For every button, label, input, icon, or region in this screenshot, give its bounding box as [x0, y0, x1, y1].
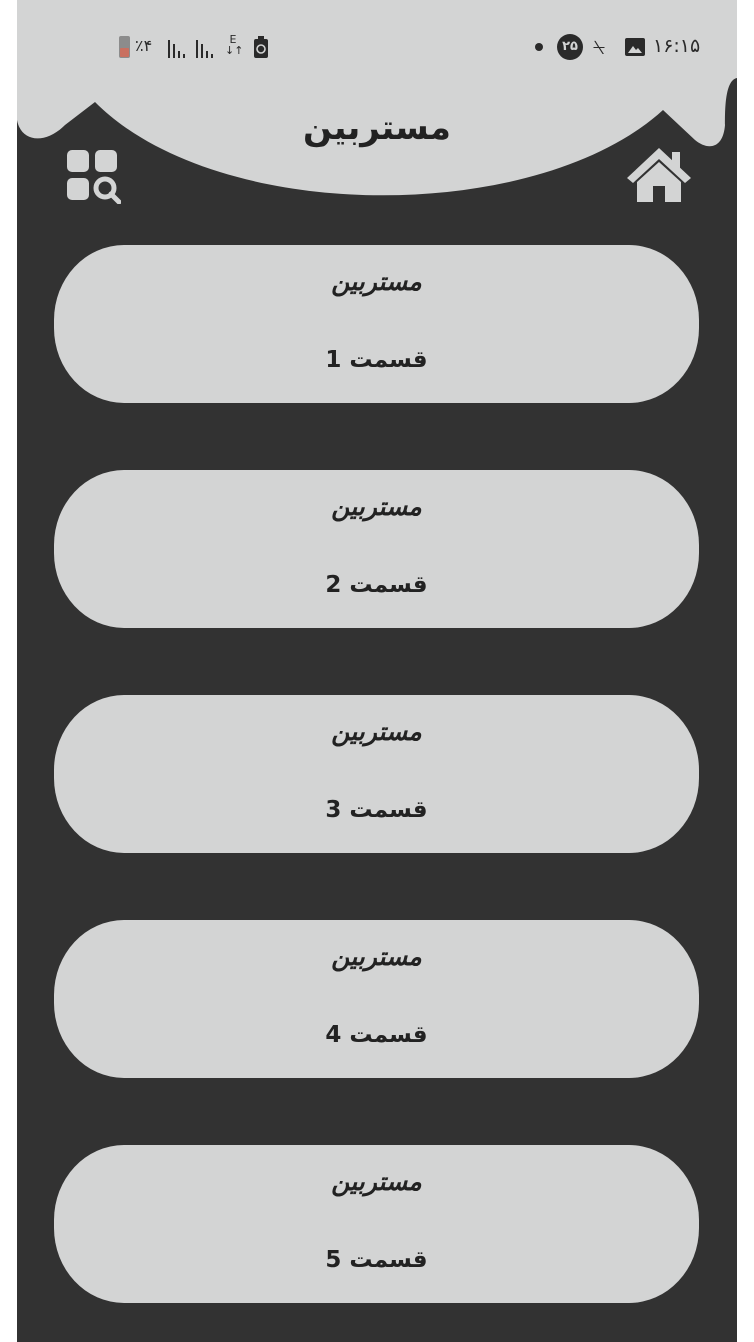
episode-title: مستربین [331, 717, 422, 746]
episode-card[interactable]: مستربین قسمت 1 [54, 245, 699, 403]
episode-label: قسمت 4 [325, 1022, 428, 1048]
status-time: ۱۶:۱۵ [653, 35, 701, 57]
episode-title: مستربین [331, 492, 422, 521]
home-icon[interactable] [625, 146, 693, 204]
episode-label: قسمت 2 [325, 572, 428, 598]
signal-icon [196, 40, 213, 58]
notification-dot [535, 43, 543, 51]
signal-icon [168, 40, 185, 58]
data-icon: E ↓↑ [225, 33, 244, 57]
apps-search-icon[interactable] [65, 148, 121, 204]
episode-title: مستربین [331, 1167, 422, 1196]
episode-label: قسمت 1 [325, 347, 428, 373]
notification-badge: ۲۵ [557, 34, 583, 60]
episode-card[interactable]: مستربین قسمت 4 [54, 920, 699, 1078]
episode-list: مستربین قسمت 1 مستربین قسمت 2 مستربین قس… [54, 245, 699, 1342]
episode-label: قسمت 5 [325, 1247, 428, 1273]
episode-card[interactable]: مستربین قسمت 5 [54, 1145, 699, 1303]
page-title: مستربین [303, 108, 451, 148]
app-screen: ٪۴ E ↓↑ ۲۵ ⍀ ۱۶:۱۵ مستربین مستربین قسمت … [17, 0, 737, 1342]
battery-icon [119, 36, 130, 58]
status-bar: ٪۴ E ↓↑ ۲۵ ⍀ ۱۶:۱۵ [17, 28, 737, 66]
episode-card[interactable]: مستربین قسمت 2 [54, 470, 699, 628]
gallery-icon [625, 38, 645, 56]
cleaner-icon [254, 36, 268, 58]
episode-card[interactable]: مستربین قسمت 3 [54, 695, 699, 853]
battery-percent: ٪۴ [135, 36, 153, 55]
episode-title: مستربین [331, 267, 422, 296]
episode-label: قسمت 3 [325, 797, 428, 823]
alarm-icon: ⍀ [593, 35, 605, 59]
episode-title: مستربین [331, 942, 422, 971]
data-indicator: E [229, 33, 237, 46]
